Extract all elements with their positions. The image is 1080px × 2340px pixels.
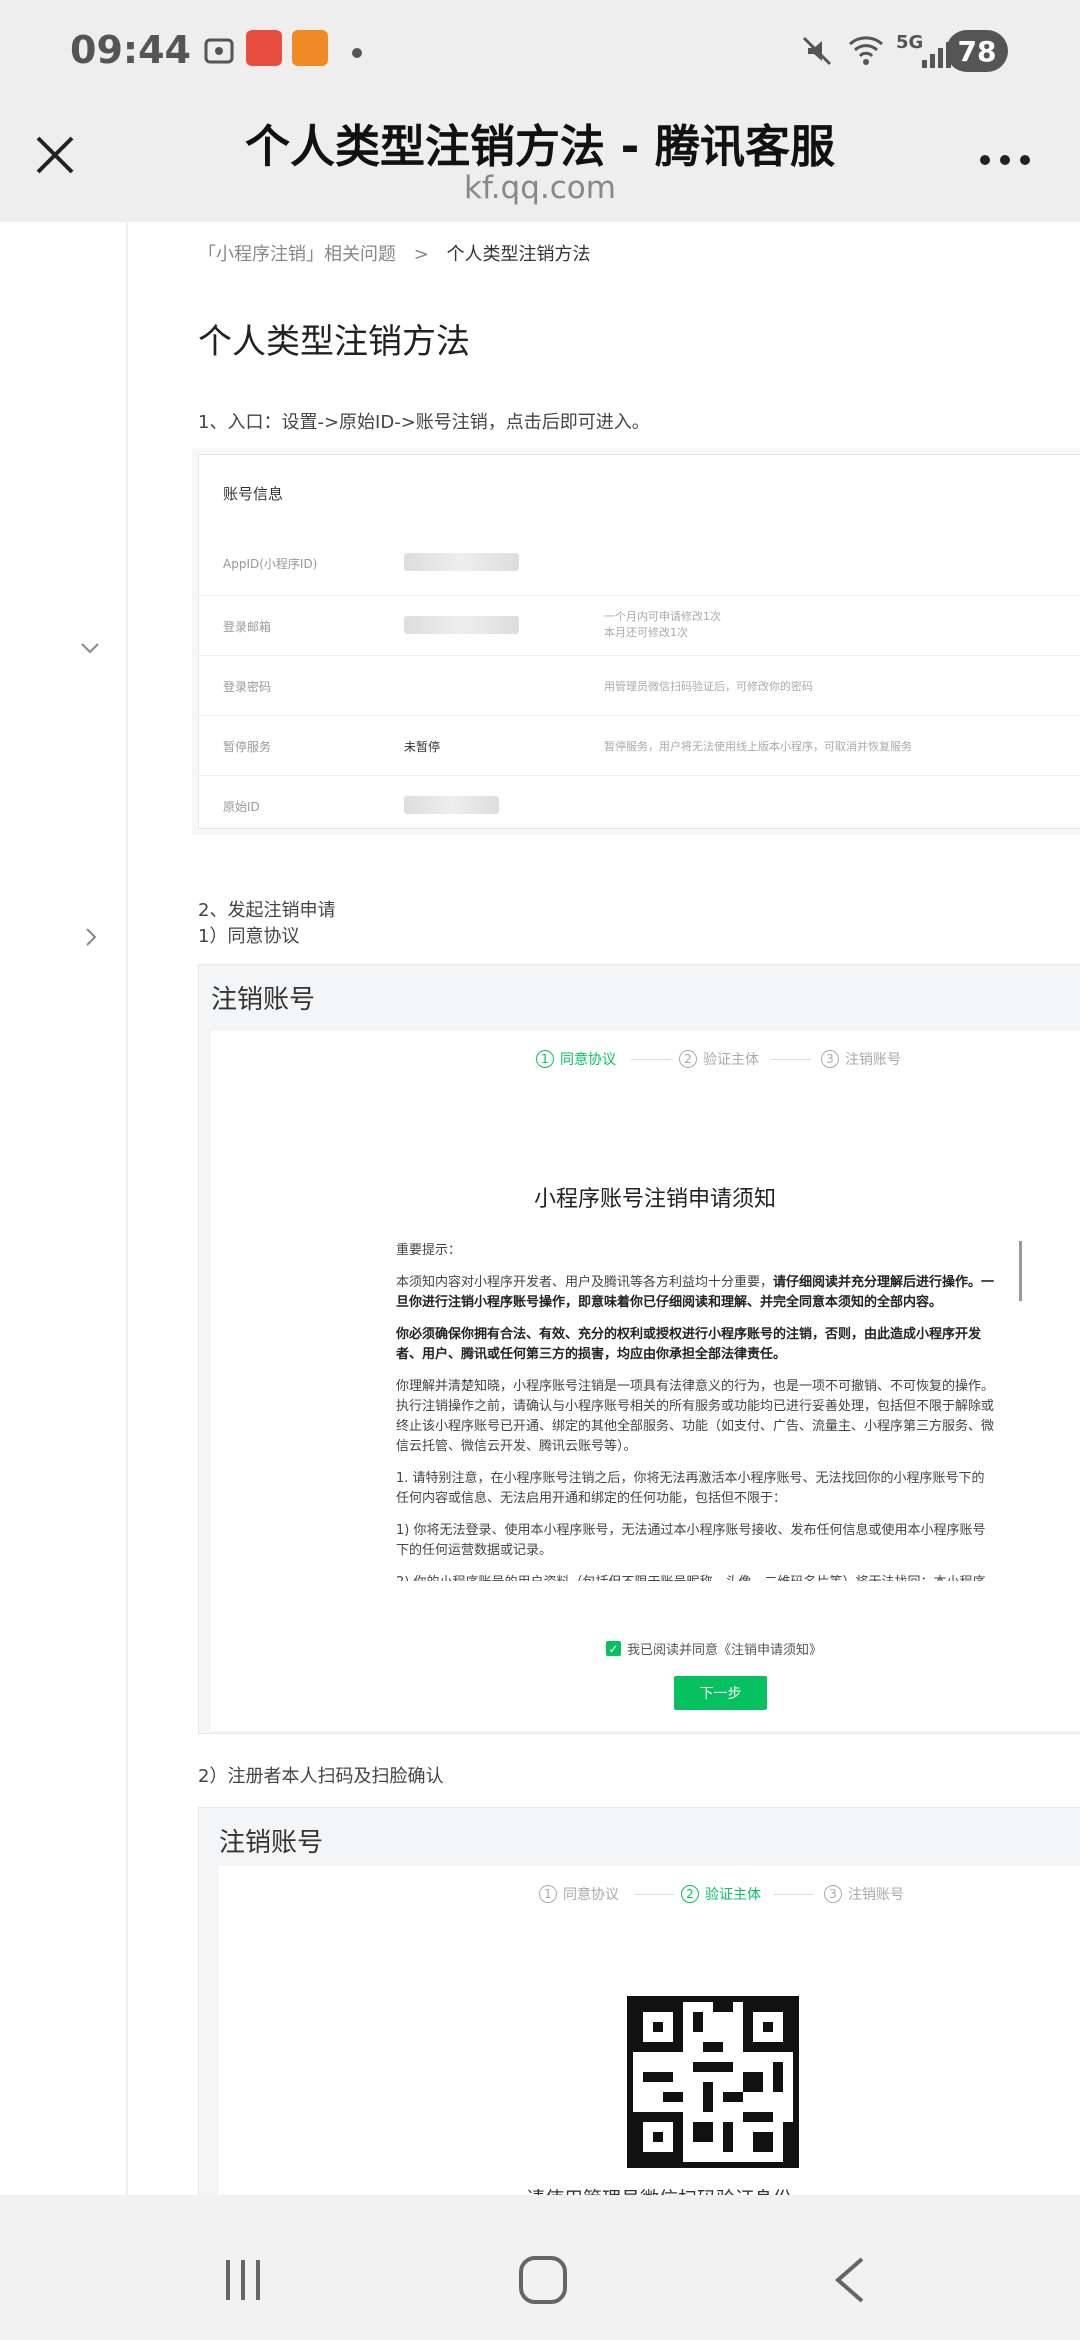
account-row-original-id: 原始ID — [199, 775, 1080, 835]
breadcrumb-separator: > — [413, 244, 429, 265]
more-options-icon[interactable] — [975, 150, 1035, 174]
step-cancel: 3 注销账号 — [821, 1049, 901, 1069]
step2-text: 2、发起注销申请 — [198, 900, 336, 921]
step2-sub2-text: 2）注册者本人扫码及扫脸确认 — [198, 1766, 444, 1787]
chevron-right-icon[interactable] — [84, 927, 98, 951]
row-note: 暂停服务，用户将无法使用线上版本小程序，可取消并恢复服务 — [604, 740, 912, 753]
row-note: 一个月内可申请修改1次 — [604, 610, 721, 623]
status-bar: 09:44 5G 78 — [0, 0, 1080, 110]
page-title-bar: 个人类型注销方法 - 腾讯客服 — [244, 120, 835, 173]
agree-checkbox[interactable]: ✓ 我已阅读并同意《注销申请须知》 — [606, 1639, 822, 1658]
row-label: 暂停服务 — [223, 740, 272, 754]
more-notifications-dot — [352, 48, 362, 58]
cancel-account-screenshot-2: 注销账号 1 同意协议 2 验证主体 3 注销账号 — [198, 1807, 1080, 2195]
agree-label: 我已阅读并同意《注销申请须知》 — [627, 1643, 823, 1658]
notice-scrollbar[interactable] — [1019, 1241, 1022, 1301]
step-verify: 2 验证主体 — [681, 1884, 761, 1904]
app-notification-icon — [246, 30, 282, 66]
next-button[interactable]: 下一步 — [674, 1676, 767, 1710]
row-label: 原始ID — [223, 800, 260, 814]
page-domain: kf.qq.com — [464, 170, 616, 206]
browser-title-bar: 个人类型注销方法 - 腾讯客服 kf.qq.com — [0, 110, 1080, 222]
step-divider — [774, 1894, 814, 1895]
cancel-box-title: 注销账号 — [219, 1828, 324, 1858]
step-cancel: 3 注销账号 — [824, 1884, 904, 1904]
row-label: AppID(小程序ID) — [223, 557, 318, 571]
web-content[interactable]: 「小程序注销」相关问题 > 个人类型注销方法 个人类型注销方法 1、入口：设置-… — [0, 222, 1080, 2195]
recent-apps-icon[interactable] — [218, 2255, 268, 2309]
account-info-panel: 账号信息 AppID(小程序ID) 登录邮箱 一个月内可申请修改1次 本月还可修… — [198, 454, 1080, 829]
status-time: 09:44 — [70, 28, 191, 72]
qr-caption: 请使用管理员微信扫码验证身份 — [219, 2184, 1080, 2195]
system-nav-bar — [0, 2195, 1080, 2340]
cancel-account-screenshot-1: 注销账号 1 同意协议 2 验证主体 3 注销账号 小程序账号注销申请须知 重要提示：… — [198, 964, 1080, 1734]
notice-important: 重要提示： — [396, 1243, 462, 1258]
left-rail — [0, 222, 128, 2195]
row-value: 未暂停 — [404, 740, 441, 754]
cancel-dialog: 1同意协议 2验证主体 3注销账号 请使用管理员微信扫码验证身份 — [219, 1866, 1080, 2195]
cancel-box-title: 注销账号 — [211, 985, 316, 1015]
step2-sub1-text: 1）同意协议 — [198, 926, 300, 947]
account-row-email: 登录邮箱 一个月内可申请修改1次 本月还可修改1次 — [199, 595, 1080, 655]
account-row-password: 登录密码 用管理员微信扫码验证后，可修改你的密码 — [199, 655, 1080, 715]
account-row-appid: AppID(小程序ID) — [199, 535, 1080, 595]
step-agree: 1 同意协议 — [539, 1884, 619, 1904]
notice-paragraph: 1. 请特别注意，在小程序账号注销之后，你将无法再激活本小程序账号、无法找回你的… — [396, 1471, 985, 1506]
step-divider — [634, 1894, 674, 1895]
step-divider — [771, 1059, 811, 1060]
row-label: 登录密码 — [223, 680, 272, 694]
cancel-dialog: 1 同意协议 2 验证主体 3 注销账号 小程序账号注销申请须知 重要提示： 本须知内… — [211, 1031, 1080, 1731]
back-icon[interactable] — [830, 2255, 870, 2309]
redacted-value — [404, 796, 499, 814]
wifi-icon — [846, 32, 886, 72]
row-label: 登录邮箱 — [223, 620, 272, 634]
article-title: 个人类型注销方法 — [198, 322, 470, 362]
notice-title: 小程序账号注销申请须知 — [533, 1187, 776, 1212]
mute-icon — [800, 34, 834, 72]
notice-paragraph: 本须知内容对小程序开发者、用户及腾讯等各方利益均十分重要，请仔细阅读并充分理解后… — [396, 1275, 995, 1310]
home-icon[interactable] — [518, 2255, 568, 2309]
row-note: 用管理员微信扫码验证后，可修改你的密码 — [604, 680, 813, 693]
step1-text: 1、入口：设置->原始ID->账号注销，点击后即可进入。 — [198, 412, 650, 433]
app-notification-icon — [292, 30, 328, 66]
account-info-header: 账号信息 — [223, 485, 284, 503]
notice-body[interactable]: 重要提示： 本须知内容对小程序开发者、用户及腾讯等各方利益均十分重要，请仔细阅读… — [396, 1241, 996, 1581]
step-agree: 1 同意协议 — [536, 1049, 616, 1069]
notice-paragraph: 你理解并清楚知晓，小程序账号注销是一项具有法律意义的行为，也是一项不可撤销、不可… — [396, 1379, 995, 1454]
breadcrumb-current: 个人类型注销方法 — [446, 244, 591, 265]
notice-paragraph: 2) 你的小程序账号的用户资料（包括但不限于账号昵称、头像、二维码名片等）将无法… — [396, 1573, 996, 1581]
account-row-pause-service: 暂停服务 未暂停 暂停服务，用户将无法使用线上版本小程序，可取消并恢复服务 — [199, 715, 1080, 775]
battery-indicator: 78 — [946, 30, 1008, 72]
breadcrumb: 「小程序注销」相关问题 > 个人类型注销方法 — [198, 240, 591, 266]
step-verify: 2 验证主体 — [679, 1049, 759, 1069]
redacted-value — [404, 553, 519, 571]
breadcrumb-parent-link[interactable]: 「小程序注销」相关问题 — [198, 244, 396, 265]
screenshot-icon — [202, 34, 236, 72]
row-note: 本月还可修改1次 — [604, 626, 688, 639]
chevron-down-icon[interactable] — [80, 640, 100, 659]
step-divider — [631, 1059, 671, 1060]
notice-paragraph: 1) 你将无法登录、使用本小程序账号，无法通过本小程序账号接收、发布任何信息或使… — [396, 1523, 986, 1558]
redacted-value — [404, 616, 519, 634]
checkmark-icon: ✓ — [606, 1641, 621, 1656]
notice-paragraph: 你必须确保你拥有合法、有效、充分的权利或授权进行小程序账号的注销，否则，由此造成… — [396, 1327, 982, 1362]
qr-code-icon — [627, 1996, 799, 2168]
